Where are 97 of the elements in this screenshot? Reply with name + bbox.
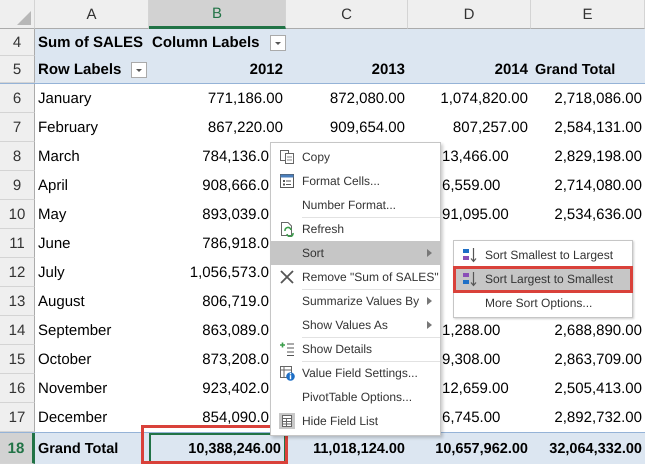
sales-value: 2,718,086.00 xyxy=(554,90,642,107)
sales-value: 2,892,732.00 xyxy=(554,409,642,426)
row-header[interactable]: 11 xyxy=(0,229,35,258)
row-header[interactable]: 15 xyxy=(0,345,35,374)
row-header[interactable]: 16 xyxy=(0,374,35,403)
row-header[interactable]: 17 xyxy=(0,403,35,432)
grand-total-header: Grand Total xyxy=(535,62,616,78)
value-field-label: Sum of SALES xyxy=(38,34,144,51)
sales-value: 2,714,080.00 xyxy=(554,177,642,194)
sales-value: 806,719.0 xyxy=(202,293,269,310)
sales-value: 908,666.0 xyxy=(202,177,269,194)
add-list-icon xyxy=(278,341,294,357)
submenu-arrow-icon xyxy=(427,297,432,305)
sales-value: 2,534,636.00 xyxy=(554,206,642,223)
sort-icon xyxy=(462,247,478,263)
row-label: June xyxy=(38,235,71,252)
year-header: 2012 xyxy=(250,61,283,78)
sort-icon xyxy=(462,271,478,287)
row-header[interactable]: 10 xyxy=(0,200,35,229)
row-label: August xyxy=(38,293,85,310)
sales-value: 13,466.00 xyxy=(442,148,509,165)
menu-item[interactable]: Format Cells... xyxy=(271,169,440,193)
sales-value: 807,257.00 xyxy=(452,119,528,136)
row-header[interactable]: 6 xyxy=(0,84,35,113)
row-label: October xyxy=(38,351,92,368)
row-number: 4 xyxy=(12,34,22,50)
sales-value: 1,288.00 xyxy=(442,322,500,339)
row-label: November xyxy=(38,380,108,397)
menu-item[interactable]: PivotTable Options... xyxy=(271,385,440,409)
filter-dropdown-icon[interactable] xyxy=(131,62,148,78)
copy-icon xyxy=(278,149,294,165)
row-number: 5 xyxy=(12,60,22,78)
row-label: Grand Total xyxy=(38,440,118,456)
sales-value: 923,402.0 xyxy=(202,380,269,397)
row-label: March xyxy=(38,148,80,165)
sales-value: 786,918.0 xyxy=(202,235,269,252)
sales-value: 872,080.00 xyxy=(330,90,405,107)
row-header[interactable]: 12 xyxy=(0,258,35,287)
row-label: December xyxy=(38,409,108,426)
sales-value: 2,505,413.00 xyxy=(554,380,642,397)
menu-item[interactable]: More Sort Options... xyxy=(454,291,632,315)
sales-value: 771,186.00 xyxy=(208,90,283,107)
column-header[interactable]: B xyxy=(149,0,286,29)
sales-value: 91,095.00 xyxy=(442,206,509,223)
row-label: July xyxy=(38,264,65,281)
menu-item[interactable]: Remove "Sum of SALES" xyxy=(271,265,440,289)
row-header[interactable]: 14 xyxy=(0,316,35,345)
menu-item[interactable]: Copy xyxy=(271,145,440,169)
close-icon xyxy=(278,269,294,285)
row-labels: Row Labels xyxy=(38,61,122,78)
sales-value: 10,657,962.00 xyxy=(435,440,528,456)
menu-item[interactable]: Sort Smallest to Largest xyxy=(454,243,632,267)
row-header[interactable]: 7 xyxy=(0,113,35,142)
sales-value: 873,208.0 xyxy=(202,351,269,368)
menu-item[interactable]: Show Values As xyxy=(271,313,440,337)
sales-value: 32,064,332.00 xyxy=(549,440,642,456)
row-header[interactable]: 9 xyxy=(0,171,35,200)
list-icon xyxy=(278,413,294,429)
sales-value: 863,089.0 xyxy=(202,322,269,339)
sales-value: 784,136.0 xyxy=(202,148,269,165)
sales-value: 12,659.00 xyxy=(442,380,509,397)
sales-value: 1,074,820.00 xyxy=(440,90,528,107)
row-label: September xyxy=(38,322,112,339)
sales-value: 6,745.00 xyxy=(442,409,500,426)
row-header[interactable]: 13 xyxy=(0,287,35,316)
refresh-icon xyxy=(278,221,294,237)
sales-value: 867,220.00 xyxy=(208,119,283,136)
row-header[interactable]: 18 xyxy=(0,433,35,464)
sales-value: 11,018,124.00 xyxy=(313,440,405,456)
sales-value: 1,056,573.0 xyxy=(190,264,269,281)
menu-item[interactable]: Hide Field List xyxy=(271,409,440,433)
sales-value: 854,090.0 xyxy=(202,409,269,426)
submenu-arrow-icon xyxy=(427,249,432,257)
form-icon xyxy=(278,173,294,189)
sales-value: 2,829,198.00 xyxy=(554,148,642,165)
submenu-arrow-icon xyxy=(427,321,432,329)
row-label: January xyxy=(38,90,92,107)
column-labels: Column Labels xyxy=(152,34,260,51)
year-header: 2014 xyxy=(494,61,528,78)
sales-value: 909,654.00 xyxy=(330,119,405,136)
sales-value: 2,863,709.00 xyxy=(554,351,642,368)
row-label: April xyxy=(38,177,68,194)
menu-item[interactable]: Sort Largest to Smallest xyxy=(454,267,632,291)
sales-value: 2,688,890.00 xyxy=(554,322,642,339)
sales-value: 893,039.0 xyxy=(202,206,269,223)
info-icon xyxy=(278,365,294,381)
menu-item[interactable]: Sort xyxy=(271,241,440,265)
sales-value: 6,559.00 xyxy=(442,177,500,194)
sales-value: 9,308.00 xyxy=(442,351,500,368)
row-header[interactable]: 8 xyxy=(0,142,35,171)
row-label: February xyxy=(38,119,98,136)
sales-value: 2,584,131.00 xyxy=(554,119,642,136)
filter-dropdown-icon[interactable] xyxy=(270,34,286,50)
year-header: 2013 xyxy=(372,61,405,78)
menu-item[interactable]: Number Format... xyxy=(271,193,440,217)
sales-value: 10,388,246.00 xyxy=(188,440,281,456)
row-label: May xyxy=(38,206,66,223)
